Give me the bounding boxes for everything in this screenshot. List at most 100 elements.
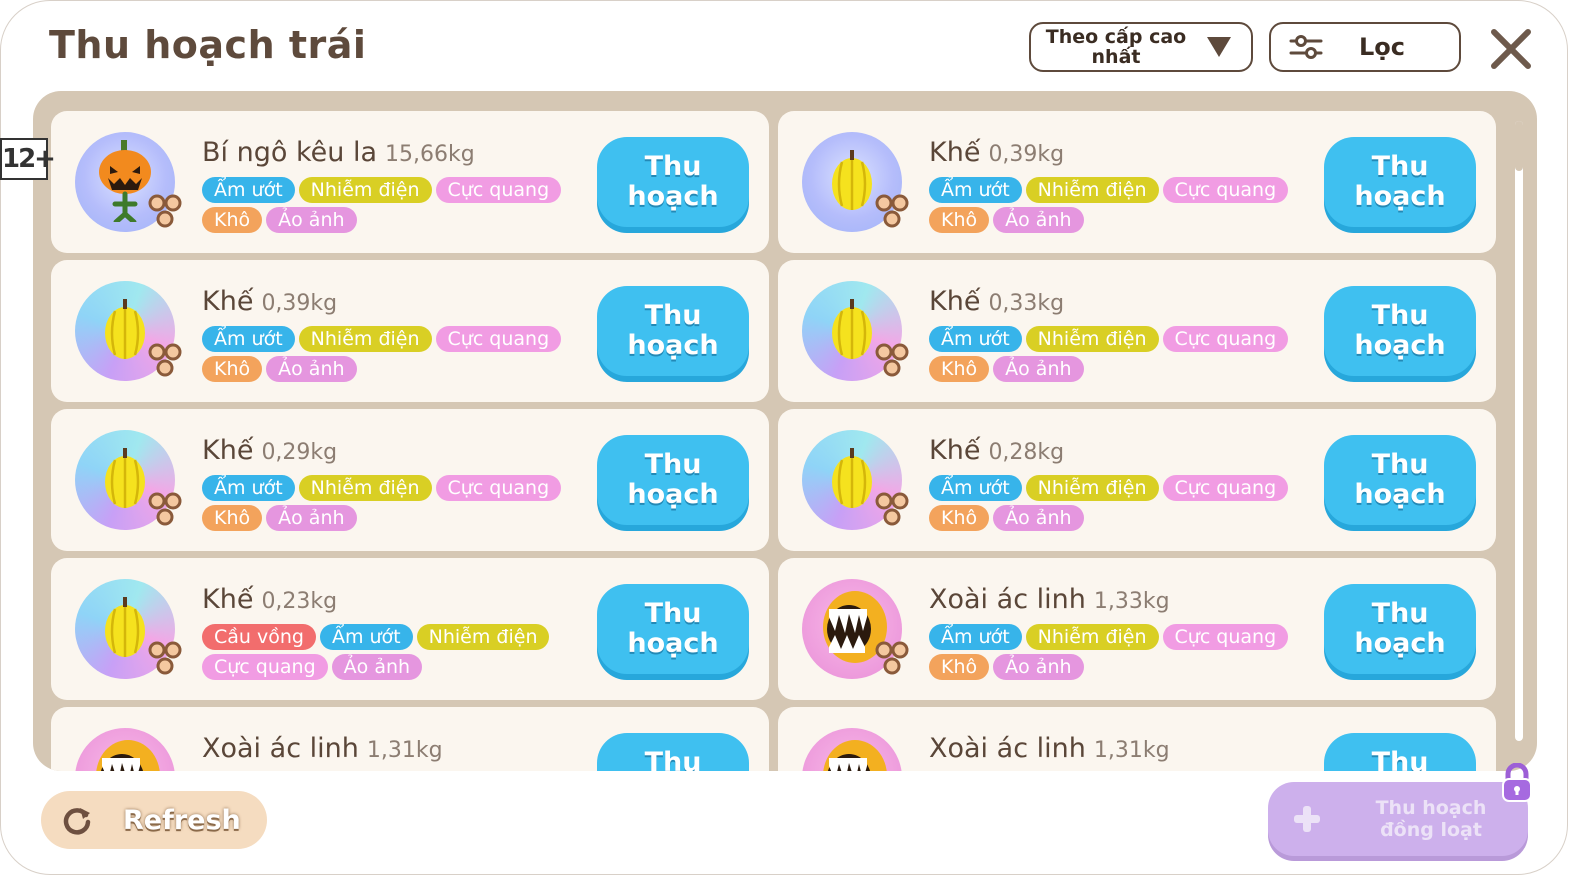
harvest-label: Thu — [644, 300, 702, 331]
chevron-down-icon — [1207, 37, 1231, 57]
mutation-tag: Ẩm ướt — [929, 624, 1022, 650]
starfruit-icon — [828, 446, 876, 514]
fruit-name: Khế 0,33kg — [929, 286, 1064, 317]
mutation-tag: Khô — [202, 505, 263, 531]
mutation-tag: Ảo ảnh — [993, 505, 1084, 531]
harvest-button[interactable]: Thuhoạch — [1324, 286, 1476, 376]
mutation-tag: Cực quang — [435, 326, 562, 352]
fruit-name: Xoài ác linh 1,31kg — [929, 733, 1170, 764]
mutation-tag: Nhiễm điện — [298, 177, 432, 203]
fruit-name-label: Khế — [929, 137, 981, 168]
bulk-harvest-label: Thu hoạch đồng loạt — [1375, 797, 1487, 841]
harvest-label: hoạch — [627, 181, 719, 212]
harvest-label: Thu — [644, 747, 702, 772]
harvest-button[interactable]: Thuhoạch — [597, 137, 749, 227]
fruit-weight: 0,33kg — [988, 291, 1065, 316]
mutation-tag: Ẩm ướt — [202, 177, 295, 203]
mutation-tag: Cực quang — [435, 475, 562, 501]
mutation-tag: Ảo ảnh — [993, 207, 1084, 233]
filter-label: Lọc — [1359, 33, 1406, 61]
starfruit-icon — [828, 148, 876, 216]
mutation-tag: Ảo ảnh — [331, 654, 423, 680]
harvest-button[interactable]: Thuhoạch — [1324, 733, 1476, 771]
mutation-tag: Ẩm ướt — [929, 326, 1022, 352]
harvest-label: Thu — [1371, 300, 1429, 331]
mutation-tag: Cực quang — [435, 177, 562, 203]
fruit-weight: 1,31kg — [1093, 738, 1170, 763]
mutation-tag: Ẩm ướt — [202, 475, 295, 501]
mutation-tag: Khô — [929, 356, 990, 382]
starfruit-icon — [101, 297, 149, 365]
fruit-list-panel[interactable]: Bí ngô kêu la 15,66kg Ẩm ướt Nhiễm điện Cực … — [33, 91, 1537, 771]
fruit-card: Khế 0,39kg Ẩm ướt Nhiễm điện Cực quang Khô Ảo … — [778, 111, 1496, 253]
mutation-tags: Ẩm ướt Nhiễm điện Cực quang Khô Ảo ảnh — [929, 624, 1299, 680]
plus-icon — [1294, 806, 1320, 832]
harvest-label: hoạch — [1354, 479, 1446, 510]
bulk-harvest-button[interactable]: Thu hoạch đồng loạt — [1268, 782, 1528, 856]
mutation-tag: Cực quang — [1162, 475, 1289, 501]
mutation-tag: Nhiễm điện — [416, 624, 550, 650]
mutation-tag: Ảo ảnh — [993, 654, 1084, 680]
fruit-avatar — [802, 728, 902, 771]
starfruit-icon — [828, 297, 876, 365]
mutation-tag: Nhiễm điện — [1025, 475, 1159, 501]
scroll-thumb[interactable] — [1515, 121, 1523, 171]
close-icon[interactable] — [1487, 25, 1535, 73]
fruit-name-label: Khế — [202, 435, 254, 466]
harvest-button[interactable]: Thuhoạch — [1324, 137, 1476, 227]
fruit-name-label: Bí ngô kêu la — [202, 137, 377, 168]
mutation-tags: Ẩm ướt Nhiễm điện Cực quang Khô Ảo ảnh — [202, 475, 572, 531]
refresh-icon — [63, 808, 91, 835]
harvest-window: Thu hoạch trái Theo cấp cao nhất Lọc Bí … — [0, 0, 1568, 875]
fruit-name: Khế 0,28kg — [929, 435, 1064, 466]
harvest-button[interactable]: Thuhoạch — [597, 286, 749, 376]
mutation-tag: Ẩm ướt — [929, 475, 1022, 501]
age-rating-badge: 12+ — [0, 138, 56, 180]
scrollbar[interactable] — [1515, 121, 1523, 741]
fruit-card: Bí ngô kêu la 15,66kg Ẩm ướt Nhiễm điện Cực … — [51, 111, 769, 253]
mutation-tag: Ảo ảnh — [266, 356, 357, 382]
filter-button[interactable]: Lọc — [1269, 22, 1461, 72]
sort-dropdown[interactable]: Theo cấp cao nhất — [1029, 22, 1253, 72]
mutation-tag: Ẩm ướt — [202, 326, 295, 352]
mutation-icon — [147, 491, 183, 527]
harvest-label: hoạch — [1354, 181, 1446, 212]
harvest-label: Thu — [644, 598, 702, 629]
harvest-button[interactable]: Thuhoạch — [597, 584, 749, 674]
fruit-weight: 0,28kg — [988, 440, 1065, 465]
mutation-tag: Ẩm ướt — [319, 624, 413, 650]
starfruit-icon — [101, 595, 149, 663]
harvest-button[interactable]: Thuhoạch — [597, 435, 749, 525]
mutation-icon — [147, 342, 183, 378]
fruit-weight: 0,39kg — [261, 291, 338, 316]
harvest-button[interactable]: Thuhoạch — [1324, 584, 1476, 674]
fruit-card: Khế 0,29kg Ẩm ướt Nhiễm điện Cực quang Khô Ảo … — [51, 409, 769, 551]
evil-mango-icon — [86, 736, 164, 771]
mutation-tag: Nhiễm điện — [298, 326, 432, 352]
refresh-button[interactable]: Refresh — [41, 791, 267, 849]
harvest-button[interactable]: Thuhoạch — [1324, 435, 1476, 525]
harvest-label: hoạch — [1354, 628, 1446, 659]
fruit-name-label: Xoài ác linh — [202, 733, 359, 764]
mutation-tag: Nhiễm điện — [1025, 624, 1159, 650]
mutation-tag: Khô — [202, 356, 263, 382]
harvest-label: Thu — [644, 449, 702, 480]
mutation-tag: Ảo ảnh — [993, 356, 1084, 382]
mutation-tags: Ẩm ướt Nhiễm điện Cực quang Khô Ảo ảnh — [929, 177, 1299, 233]
fruit-name: Bí ngô kêu la 15,66kg — [202, 137, 475, 168]
mutation-tag: Cực quang — [202, 654, 328, 680]
refresh-label: Refresh — [123, 804, 241, 836]
mutation-tag: Cực quang — [1162, 624, 1289, 650]
fruit-avatar — [75, 728, 175, 771]
fruit-card: Xoài ác linh 1,31kg Thuhoạch — [778, 707, 1496, 771]
mutation-tag: Khô — [929, 505, 990, 531]
mutation-tag: Khô — [929, 207, 990, 233]
fruit-card: Xoài ác linh 1,33kg Ẩm ướt Nhiễm điện Cực qu… — [778, 558, 1496, 700]
fruit-name: Khế 0,29kg — [202, 435, 337, 466]
harvest-button[interactable]: Thuhoạch — [597, 733, 749, 771]
fruit-name-label: Xoài ác linh — [929, 733, 1086, 764]
mutation-icon — [874, 491, 910, 527]
fruit-card: Xoài ác linh 1,31kg Thuhoạch — [51, 707, 769, 771]
harvest-label: Thu — [1371, 747, 1429, 772]
fruit-name: Khế 0,39kg — [202, 286, 337, 317]
